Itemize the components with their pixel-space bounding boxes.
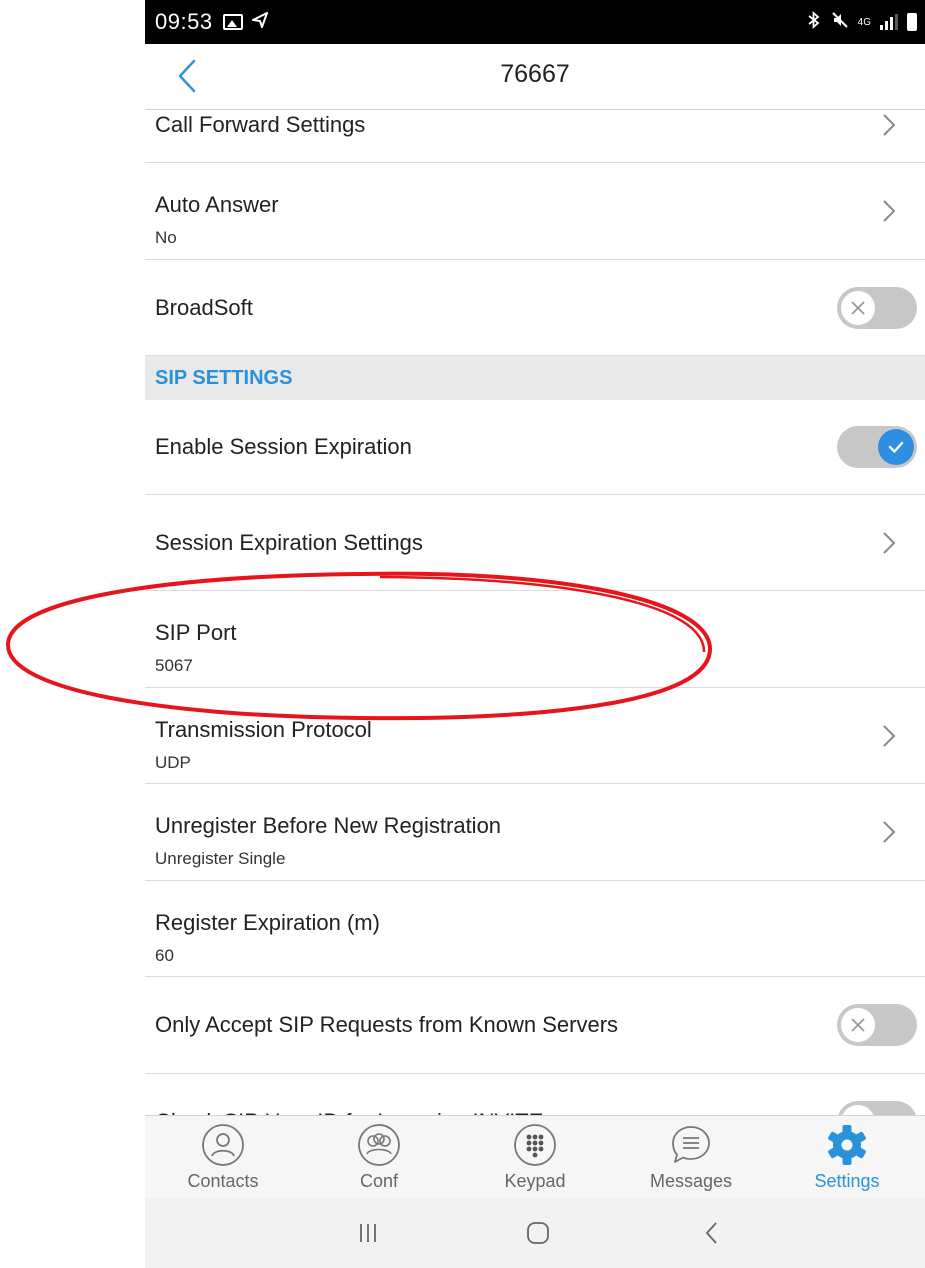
keypad-icon <box>512 1122 558 1168</box>
toggle-off-icon <box>840 1104 876 1115</box>
tab-settings[interactable]: Settings <box>769 1116 925 1198</box>
row-value: Unregister Single <box>155 849 286 868</box>
row-only-accept-known-servers[interactable]: Only Accept SIP Requests from Known Serv… <box>145 977 925 1074</box>
tab-label: Settings <box>814 1171 880 1191</box>
page-title: 76667 <box>500 60 570 88</box>
tab-label: Conf <box>359 1171 399 1191</box>
row-title: SIP Port <box>155 620 237 645</box>
system-back-button[interactable] <box>692 1216 732 1250</box>
chevron-right-icon <box>883 200 896 222</box>
mute-icon <box>831 11 849 34</box>
row-broadsoft[interactable]: BroadSoft <box>145 260 925 356</box>
recent-apps-button[interactable] <box>348 1216 388 1250</box>
row-sip-port[interactable]: SIP Port 5067 <box>145 591 925 688</box>
battery-icon <box>907 13 917 31</box>
chevron-right-icon <box>883 531 896 554</box>
toggle-off-icon <box>840 1007 876 1043</box>
direction-notification-icon <box>251 11 269 34</box>
settings-list-viewport[interactable]: Call Forward Settings Auto Answer No Bro… <box>145 110 925 1115</box>
settings-gear-icon <box>824 1122 870 1168</box>
home-icon <box>527 1222 549 1244</box>
broadsoft-toggle[interactable] <box>837 286 917 329</box>
tab-messages[interactable]: Messages <box>613 1116 769 1198</box>
row-unregister-before-new-registration[interactable]: Unregister Before New Registration Unreg… <box>145 784 925 881</box>
row-title: Session Expiration Settings <box>155 529 423 555</box>
status-bar: 09:53 4G <box>145 0 925 44</box>
session-expiration-toggle[interactable] <box>837 426 917 468</box>
row-title: Transmission Protocol <box>155 717 372 742</box>
messages-icon <box>668 1122 714 1168</box>
row-title: Register Expiration (m) <box>155 910 380 935</box>
row-value: 60 <box>155 946 174 965</box>
tab-label: Keypad <box>504 1171 566 1191</box>
row-title: Unregister Before New Registration <box>155 813 502 838</box>
system-nav-bar <box>145 1198 925 1268</box>
section-header-sip-settings: SIP SETTINGS <box>145 356 925 400</box>
row-value: 5067 <box>155 656 193 675</box>
chevron-right-icon <box>883 724 896 747</box>
bottom-tab-bar: Contacts Conf Keypad Messages Settings <box>145 1115 925 1198</box>
tab-label: Messages <box>649 1171 733 1191</box>
row-title: Only Accept SIP Requests from Known Serv… <box>155 1012 619 1037</box>
tab-label: Contacts <box>187 1171 259 1191</box>
signal-icon <box>880 14 898 30</box>
row-register-expiration[interactable]: Register Expiration (m) 60 <box>145 881 925 977</box>
known-servers-toggle[interactable] <box>837 1004 917 1046</box>
row-title: Enable Session Expiration <box>155 434 412 459</box>
tab-contacts[interactable]: Contacts <box>145 1116 301 1198</box>
row-check-sip-user-id[interactable]: Check SIP User ID for Incoming INVITE <box>145 1074 925 1115</box>
chevron-right-icon <box>883 113 896 136</box>
network-type-icon: 4G <box>857 16 871 28</box>
bluetooth-icon <box>806 10 822 34</box>
gallery-notification-icon <box>222 14 243 30</box>
row-title: BroadSoft <box>155 294 253 320</box>
status-time: 09:53 <box>155 9 213 34</box>
checkmark-icon <box>878 429 914 465</box>
tab-conf[interactable]: Conf <box>301 1116 457 1198</box>
row-title: Auto Answer <box>155 192 279 217</box>
chevron-right-icon <box>883 821 896 843</box>
row-title: Check SIP User ID for Incoming INVITE <box>155 1074 543 1115</box>
home-button[interactable] <box>518 1216 558 1250</box>
contacts-icon <box>200 1122 246 1168</box>
toggle-off-icon <box>840 289 876 326</box>
tab-keypad[interactable]: Keypad <box>457 1116 613 1198</box>
phone-screen: 09:53 4G 76667 Call Forward Settings Aut… <box>145 0 925 1268</box>
row-call-forward-settings[interactable]: Call Forward Settings <box>145 110 925 163</box>
settings-list: Call Forward Settings Auto Answer No Bro… <box>145 110 925 1115</box>
row-enable-session-expiration[interactable]: Enable Session Expiration <box>145 400 925 495</box>
row-value: No <box>155 228 177 247</box>
check-user-id-toggle[interactable] <box>837 1101 917 1115</box>
app-header: 76667 <box>145 44 925 110</box>
row-value: UDP <box>155 753 191 772</box>
recent-apps-icon <box>360 1224 376 1242</box>
row-session-expiration-settings[interactable]: Session Expiration Settings <box>145 495 925 591</box>
row-title: Call Forward Settings <box>155 111 366 137</box>
system-back-icon <box>705 1222 717 1244</box>
row-transmission-protocol[interactable]: Transmission Protocol UDP <box>145 688 925 784</box>
conference-icon <box>356 1122 402 1168</box>
row-auto-answer[interactable]: Auto Answer No <box>145 163 925 260</box>
